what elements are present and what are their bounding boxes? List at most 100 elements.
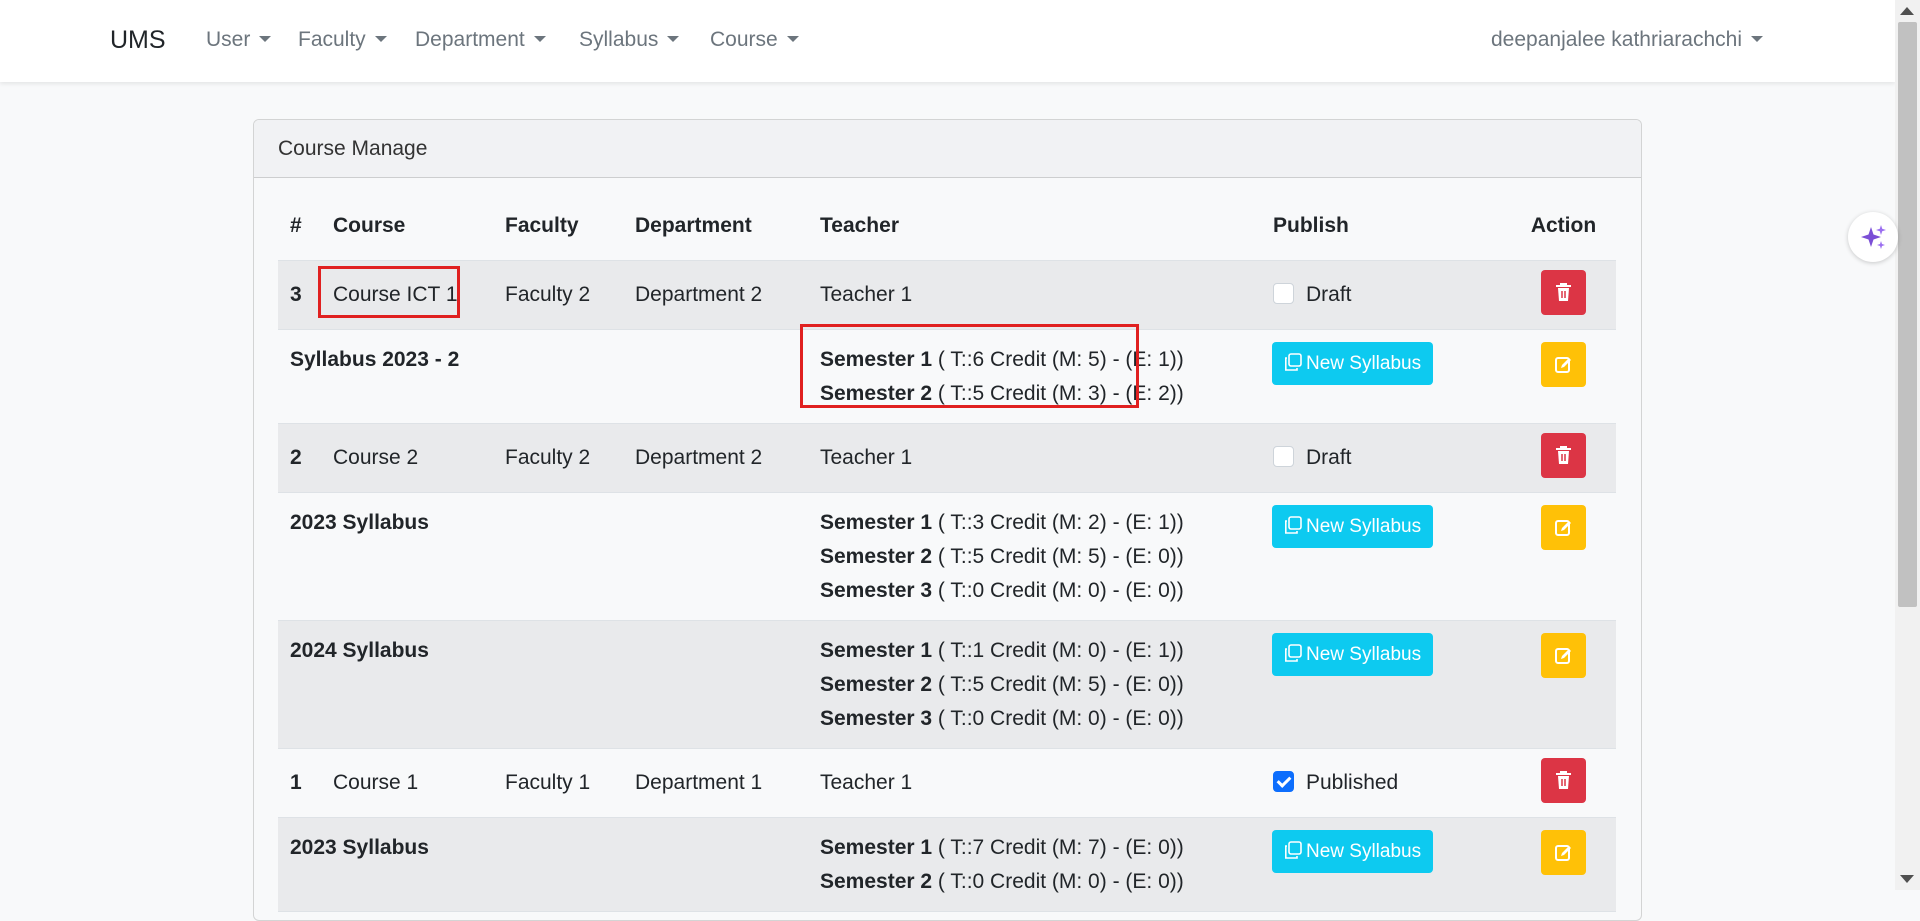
syllabus-name: Syllabus 2023 - 2 bbox=[278, 329, 808, 424]
action-cell bbox=[1511, 423, 1616, 493]
new-syllabus-button[interactable]: New Syllabus bbox=[1272, 342, 1434, 385]
semester-line: Semester 2 ( T::5 Credit (M: 5) - (E: 0)… bbox=[820, 668, 1249, 702]
edit-button[interactable] bbox=[1541, 830, 1586, 875]
course-teacher: Teacher 1 bbox=[808, 423, 1261, 493]
semester-line: Semester 1 ( T::7 Credit (M: 7) - (E: 0)… bbox=[820, 831, 1249, 865]
syllabus-row: 2023 Syllabus Semester 1 ( T::7 Credit (M… bbox=[278, 817, 1616, 912]
syllabus-name: 2023 Syllabus bbox=[278, 492, 808, 621]
course-table: # Course Faculty Department Teacher Publ… bbox=[278, 192, 1616, 912]
syllabus-row: 2024 Syllabus Semester 1 ( T::1 Credit (M… bbox=[278, 620, 1616, 749]
delete-button[interactable] bbox=[1541, 269, 1586, 315]
action-cell bbox=[1511, 748, 1616, 818]
col-header-action: Action bbox=[1511, 192, 1616, 261]
semester-detail: ( T::1 Credit (M: 0) - (E: 1)) bbox=[937, 639, 1184, 662]
semester-line: Semester 3 ( T::0 Credit (M: 0) - (E: 0)… bbox=[820, 574, 1249, 608]
caret-down-icon bbox=[786, 36, 799, 42]
semester-label: Semester 2 bbox=[820, 545, 933, 568]
nav-course-label: Course bbox=[710, 28, 778, 51]
col-header-publish: Publish bbox=[1261, 192, 1511, 261]
course-teacher: Teacher 1 bbox=[808, 260, 1261, 330]
semester-detail: ( T::3 Credit (M: 2) - (E: 1)) bbox=[937, 511, 1184, 534]
course-department: Department 2 bbox=[623, 260, 808, 330]
action-cell bbox=[1511, 260, 1616, 330]
col-header-number: # bbox=[278, 192, 321, 261]
semester-line: Semester 2 ( T::0 Credit (M: 0) - (E: 0)… bbox=[820, 865, 1249, 899]
course-department: Department 2 bbox=[623, 423, 808, 493]
scroll-up-icon[interactable] bbox=[1900, 7, 1914, 15]
semesters-cell: Semester 1 ( T::3 Credit (M: 2) - (E: 1)… bbox=[808, 492, 1261, 621]
edit-button[interactable] bbox=[1541, 633, 1586, 678]
semesters-cell: Semester 1 ( T::7 Credit (M: 7) - (E: 0)… bbox=[808, 817, 1261, 912]
sparkle-icon bbox=[1861, 225, 1886, 249]
new-syllabus-label: New Syllabus bbox=[1306, 644, 1422, 665]
course-number: 1 bbox=[278, 748, 321, 818]
nav-department-label: Department bbox=[415, 28, 525, 51]
publish-label: Draft bbox=[1306, 283, 1352, 306]
table-header-row: # Course Faculty Department Teacher Publ… bbox=[278, 192, 1616, 261]
new-syllabus-label: New Syllabus bbox=[1306, 353, 1422, 374]
semester-label: Semester 1 bbox=[820, 836, 933, 859]
publish-checkbox[interactable] bbox=[1273, 771, 1294, 792]
table-row: 3 Course ICT 1 Faculty 2 Department 2 Teache… bbox=[278, 260, 1616, 330]
publish-checkbox[interactable] bbox=[1273, 283, 1294, 304]
semester-line: Semester 3 ( T::0 Credit (M: 0) - (E: 0)… bbox=[820, 702, 1249, 736]
semester-label: Semester 1 bbox=[820, 511, 933, 534]
top-navbar: UMS User Faculty Department Syllabus Cou… bbox=[0, 0, 1895, 82]
edit-button[interactable] bbox=[1541, 505, 1586, 550]
copy-icon bbox=[1285, 841, 1302, 859]
new-syllabus-label: New Syllabus bbox=[1306, 516, 1422, 537]
course-teacher: Teacher 1 bbox=[808, 748, 1261, 818]
caret-down-icon bbox=[374, 36, 387, 42]
col-header-department: Department bbox=[623, 192, 808, 261]
copy-icon bbox=[1285, 353, 1302, 371]
copy-icon bbox=[1285, 516, 1302, 534]
course-number: 3 bbox=[278, 260, 321, 330]
new-syllabus-button[interactable]: New Syllabus bbox=[1272, 830, 1434, 873]
nav-syllabus-dropdown[interactable]: Syllabus bbox=[579, 28, 680, 52]
brand-logo[interactable]: UMS bbox=[110, 26, 166, 55]
col-header-faculty: Faculty bbox=[493, 192, 623, 261]
semester-detail: ( T::0 Credit (M: 0) - (E: 0)) bbox=[937, 707, 1184, 730]
new-syllabus-button[interactable]: New Syllabus bbox=[1272, 505, 1434, 548]
edit-button[interactable] bbox=[1541, 342, 1586, 387]
course-faculty: Faculty 1 bbox=[493, 748, 623, 818]
nav-faculty-dropdown[interactable]: Faculty bbox=[298, 28, 387, 52]
course-name: Course 1 bbox=[321, 748, 493, 818]
course-name: Course 2 bbox=[321, 423, 493, 493]
semester-label: Semester 1 bbox=[820, 639, 933, 662]
delete-button[interactable] bbox=[1541, 757, 1586, 803]
nav-user-dropdown[interactable]: User bbox=[206, 28, 272, 52]
table-row: 2 Course 2 Faculty 2 Department 2 Teacher 1 D… bbox=[278, 423, 1616, 493]
assistant-button[interactable] bbox=[1848, 212, 1898, 262]
nav-department-dropdown[interactable]: Department bbox=[415, 28, 546, 52]
semester-line: Semester 1 ( T::1 Credit (M: 0) - (E: 1)… bbox=[820, 634, 1249, 668]
new-syllabus-cell: New Syllabus bbox=[1261, 620, 1511, 749]
syllabus-name: 2024 Syllabus bbox=[278, 620, 808, 749]
copy-icon bbox=[1285, 644, 1302, 662]
highlight-box-semesters bbox=[800, 324, 1139, 408]
caret-down-icon bbox=[667, 36, 680, 42]
semester-label: Semester 2 bbox=[820, 673, 933, 696]
semester-line: Semester 1 ( T::3 Credit (M: 2) - (E: 1)… bbox=[820, 506, 1249, 540]
nav-course-dropdown[interactable]: Course bbox=[710, 28, 799, 52]
user-name: deepanjalee kathriarachchi bbox=[1491, 28, 1743, 51]
semester-detail: ( T::0 Credit (M: 0) - (E: 0)) bbox=[937, 579, 1184, 602]
syllabus-name: 2023 Syllabus bbox=[278, 817, 808, 912]
semester-detail: ( T::5 Credit (M: 5) - (E: 0)) bbox=[937, 545, 1184, 568]
action-cell bbox=[1511, 817, 1616, 912]
card-title: Course Manage bbox=[254, 120, 1641, 178]
new-syllabus-button[interactable]: New Syllabus bbox=[1272, 633, 1434, 676]
publish-label: Published bbox=[1306, 771, 1399, 794]
caret-down-icon bbox=[533, 36, 546, 42]
semester-detail: ( T::5 Credit (M: 5) - (E: 0)) bbox=[937, 673, 1184, 696]
publish-checkbox[interactable] bbox=[1273, 446, 1294, 467]
col-header-teacher: Teacher bbox=[808, 192, 1261, 261]
semester-detail: ( T::7 Credit (M: 7) - (E: 0)) bbox=[937, 836, 1184, 859]
course-department: Department 1 bbox=[623, 748, 808, 818]
scroll-down-icon[interactable] bbox=[1900, 875, 1914, 883]
user-menu-dropdown[interactable]: deepanjalee kathriarachchi bbox=[1491, 28, 1764, 52]
scrollbar-thumb[interactable] bbox=[1898, 22, 1917, 607]
delete-button[interactable] bbox=[1541, 432, 1586, 478]
course-faculty: Faculty 2 bbox=[493, 423, 623, 493]
publish-cell: Published bbox=[1261, 748, 1511, 818]
